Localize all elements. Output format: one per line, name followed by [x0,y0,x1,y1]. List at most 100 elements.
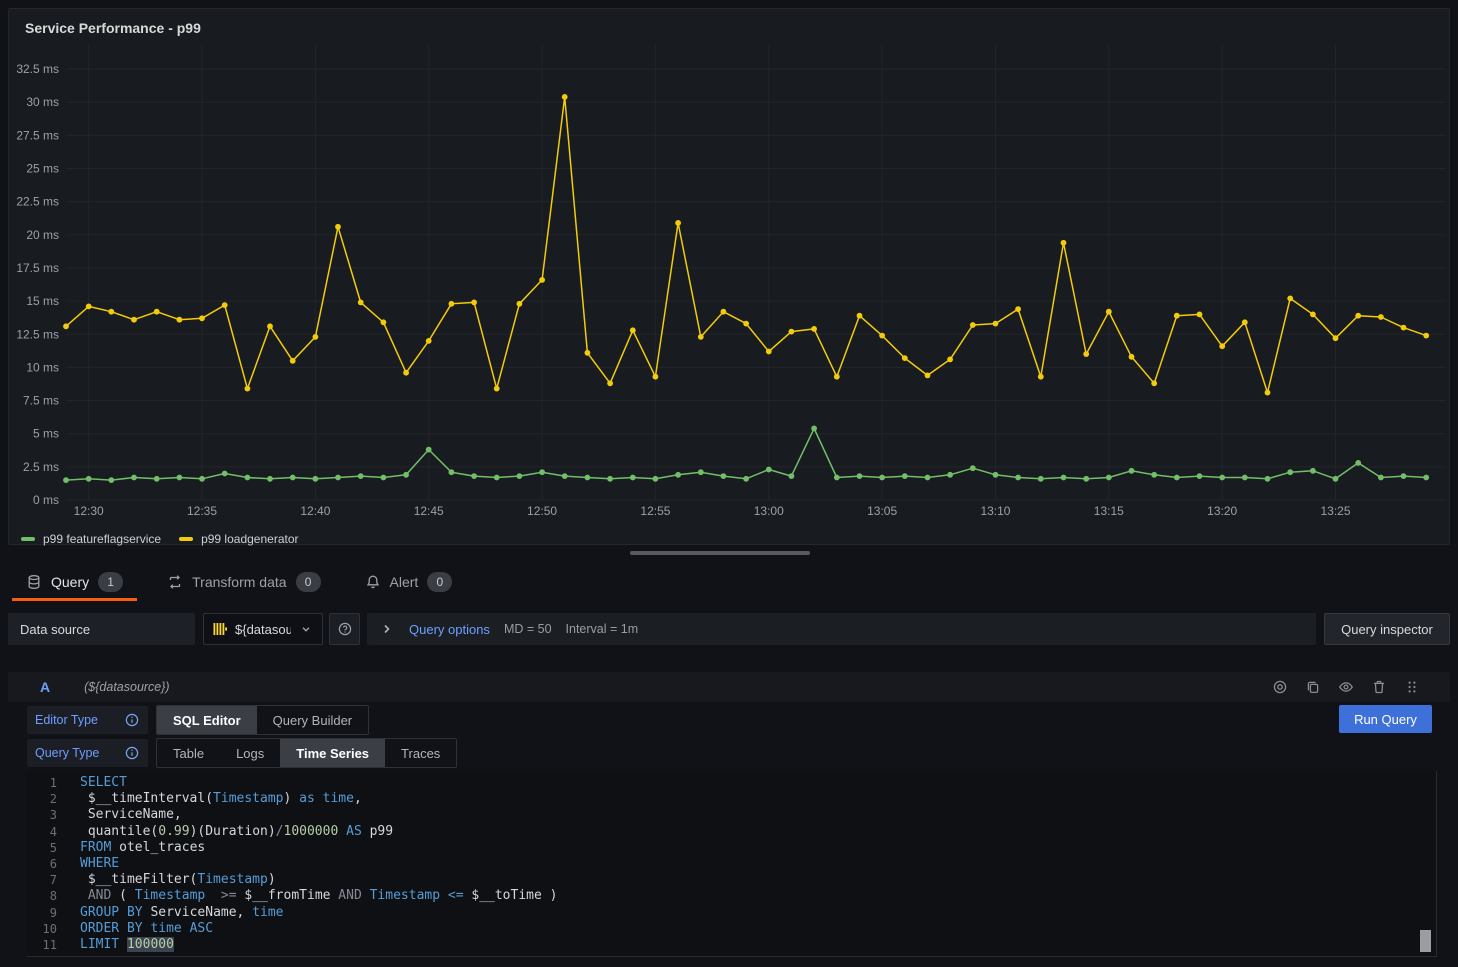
query-row-actions [1272,679,1420,695]
query-inspector-button[interactable]: Query inspector [1324,613,1450,645]
svg-text:12:50: 12:50 [527,504,557,518]
panel-title: Service Performance - p99 [25,20,201,36]
panel-editor-tabs: Query 1 Transform data 0 Alert 0 [12,565,466,601]
chevron-down-icon [298,621,314,637]
code-line[interactable]: 4quantile(0.99)(Duration)/1000000 AS p99 [27,824,1436,840]
info-circle-icon[interactable] [124,712,140,728]
tab-count-badge: 0 [427,572,452,592]
svg-text:20 ms: 20 ms [26,228,59,242]
tab-query[interactable]: Query 1 [12,565,137,601]
svg-text:25 ms: 25 ms [26,162,59,176]
svg-text:27.5 ms: 27.5 ms [16,128,59,142]
svg-text:12:35: 12:35 [187,504,217,518]
code-line[interactable]: 9GROUP BY ServiceName, time [27,905,1436,921]
code-line[interactable]: 11LIMIT 100000 [27,937,1436,953]
code-line[interactable]: 5FROM otel_traces [27,840,1436,856]
tab-label: Alert [390,574,419,590]
svg-text:7.5 ms: 7.5 ms [23,394,59,408]
query-type-row: Query Type TableLogsTime SeriesTraces [27,738,457,768]
svg-text:13:00: 13:00 [754,504,784,518]
svg-text:10 ms: 10 ms [26,360,59,374]
tab-alert[interactable]: Alert 0 [351,565,467,601]
svg-text:13:25: 13:25 [1321,504,1351,518]
svg-text:5 ms: 5 ms [33,427,59,441]
svg-text:13:05: 13:05 [867,504,897,518]
tab-label: Query [51,574,89,590]
editor-type-chip: Editor Type [27,706,148,734]
editor-type-row: Editor Type SQL EditorQuery Builder [27,705,369,735]
tab-count-badge: 1 [98,572,123,592]
grafana-edit-panel-page: { "panel": { "title": "Service Performan… [0,0,1458,967]
line-number: 11 [27,937,57,953]
timeseries-chart[interactable]: 0 ms2.5 ms5 ms7.5 ms10 ms12.5 ms15 ms17.… [9,9,1451,546]
svg-text:32.5 ms: 32.5 ms [16,62,59,76]
clickhouse-datasource-icon [212,621,228,637]
datasource-picker[interactable]: ${datasource} [203,613,323,645]
chart-legend: p99 featureflagservice p99 loadgenerator [21,532,299,546]
line-number: 1 [27,775,57,791]
line-number: 6 [27,856,57,872]
line-number: 10 [27,921,57,937]
editor-type-group: SQL EditorQuery Builder [156,705,369,735]
svg-text:15 ms: 15 ms [26,294,59,308]
datasource-help-button[interactable] [329,613,360,645]
code-line[interactable]: 3ServiceName, [27,807,1436,823]
editor-scrollbar-thumb[interactable] [1420,930,1431,952]
code-line[interactable]: 6WHERE [27,856,1436,872]
code-line[interactable]: 1SELECT [27,775,1436,791]
query-ref-id[interactable]: A [40,679,50,695]
editor-type-label: Editor Type [35,713,124,727]
query-datasource-hint: (${datasource}) [84,680,169,694]
line-number: 8 [27,888,57,904]
info-circle-icon[interactable] [124,745,140,761]
record-icon[interactable] [1272,679,1288,695]
svg-text:30 ms: 30 ms [26,95,59,109]
line-number: 5 [27,840,57,856]
legend-series-label: p99 featureflagservice [43,532,161,546]
horizontal-scrollbar[interactable] [630,551,810,555]
help-circle-icon [337,621,353,637]
sql-code-editor[interactable]: 1SELECT2$__timeInterval(Timestamp) as ti… [27,771,1437,957]
query-type-label: Query Type [35,746,124,760]
copy-icon[interactable] [1305,679,1321,695]
line-number: 4 [27,824,57,840]
tab-label: Transform data [192,574,286,590]
editor-type-option-query-builder[interactable]: Query Builder [257,706,368,734]
query-type-option-logs[interactable]: Logs [220,739,280,767]
query-type-option-table[interactable]: Table [157,739,220,767]
svg-text:0 ms: 0 ms [33,493,59,507]
query-options-bar: Query options MD = 50 Interval = 1m [367,613,1316,645]
tab-count-badge: 0 [296,572,321,592]
svg-text:12:30: 12:30 [74,504,104,518]
timeseries-panel: 0 ms2.5 ms5 ms7.5 ms10 ms12.5 ms15 ms17.… [8,8,1450,545]
datasource-label: Data source [8,613,195,645]
svg-text:12:55: 12:55 [640,504,670,518]
run-query-button[interactable]: Run Query [1339,705,1432,733]
legend-item[interactable]: p99 featureflagservice [21,532,161,546]
line-number: 3 [27,807,57,823]
trash-icon[interactable] [1371,679,1387,695]
line-number: 7 [27,872,57,888]
editor-type-option-sql-editor[interactable]: SQL Editor [157,706,257,734]
tab-transform-data[interactable]: Transform data 0 [153,565,334,601]
code-line[interactable]: 8AND ( Timestamp >= $__fromTime AND Time… [27,888,1436,904]
datasource-value: ${datasource} [235,622,291,637]
legend-item[interactable]: p99 loadgenerator [179,532,298,546]
datasource-toolbar: Data source ${datasource} Query options … [8,613,1450,645]
svg-text:13:15: 13:15 [1094,504,1124,518]
query-type-option-traces[interactable]: Traces [385,739,456,767]
transform-icon [167,574,183,590]
eye-icon[interactable] [1338,679,1354,695]
bell-icon [365,574,381,590]
drag-handle-icon[interactable] [1404,679,1420,695]
query-row-header: A (${datasource}) [8,672,1450,702]
query-type-chip: Query Type [27,739,148,767]
svg-text:17.5 ms: 17.5 ms [16,261,59,275]
query-options-toggle[interactable]: Query options [409,622,490,637]
query-options-interval: Interval = 1m [566,622,639,636]
code-line[interactable]: 2$__timeInterval(Timestamp) as time, [27,791,1436,807]
query-type-option-time-series[interactable]: Time Series [280,739,385,767]
chevron-right-icon [379,621,395,637]
code-line[interactable]: 7$__timeFilter(Timestamp) [27,872,1436,888]
code-line[interactable]: 10ORDER BY time ASC [27,921,1436,937]
